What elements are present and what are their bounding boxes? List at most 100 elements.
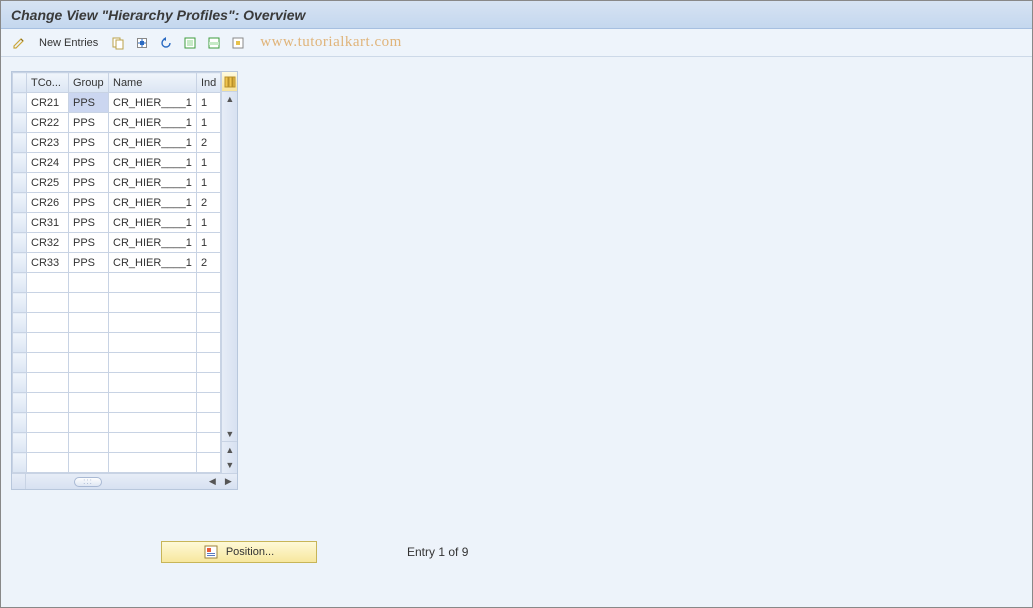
select-block-icon[interactable] [204,33,224,53]
table-row[interactable]: CR26PPSCR_HIER____12 [13,193,221,213]
scroll-down2-icon[interactable]: ▼ [222,457,237,473]
cell-name[interactable] [109,293,197,313]
scroll-up-icon[interactable]: ▲ [223,92,237,106]
cell-group[interactable] [69,333,109,353]
cell-tcode[interactable] [27,453,69,473]
row-selector[interactable] [13,333,27,353]
cell-name[interactable]: CR_HIER____1 [109,213,197,233]
table-row[interactable]: CR32PPSCR_HIER____11 [13,233,221,253]
cell-tcode[interactable] [27,333,69,353]
cell-tcode[interactable]: CR22 [27,113,69,133]
row-selector[interactable] [13,453,27,473]
cell-name[interactable] [109,373,197,393]
cell-ind[interactable]: 1 [197,113,221,133]
table-row[interactable] [13,433,221,453]
cell-group[interactable]: PPS [69,253,109,273]
cell-ind[interactable] [197,373,221,393]
cell-name[interactable] [109,333,197,353]
row-selector[interactable] [13,113,27,133]
cell-tcode[interactable]: CR32 [27,233,69,253]
table-row[interactable]: CR22PPSCR_HIER____11 [13,113,221,133]
table-row[interactable]: CR31PPSCR_HIER____11 [13,213,221,233]
cell-name[interactable] [109,353,197,373]
cell-tcode[interactable] [27,313,69,333]
cell-tcode[interactable]: CR31 [27,213,69,233]
column-header-ind[interactable]: Ind [197,73,221,93]
cell-ind[interactable] [197,273,221,293]
row-selector[interactable] [13,93,27,113]
toggle-display-change-icon[interactable] [9,33,29,53]
table-row[interactable] [13,333,221,353]
delete-icon[interactable] [132,33,152,53]
row-selector[interactable] [13,253,27,273]
scroll-thumb[interactable]: ::: [74,477,102,487]
cell-name[interactable] [109,393,197,413]
scroll-right-icon[interactable]: ▶ [221,475,235,489]
row-selector[interactable] [13,133,27,153]
cell-ind[interactable] [197,393,221,413]
cell-tcode[interactable] [27,393,69,413]
horizontal-scrollbar[interactable]: ::: ◀ ▶ [12,473,237,489]
row-selector[interactable] [13,293,27,313]
cell-tcode[interactable]: CR25 [27,173,69,193]
cell-group[interactable] [69,413,109,433]
cell-group[interactable] [69,453,109,473]
cell-tcode[interactable]: CR33 [27,253,69,273]
cell-group[interactable] [69,313,109,333]
cell-tcode[interactable] [27,353,69,373]
cell-ind[interactable] [197,433,221,453]
table-row[interactable] [13,413,221,433]
cell-ind[interactable]: 1 [197,213,221,233]
position-button[interactable]: Position... [161,541,317,563]
cell-tcode[interactable] [27,413,69,433]
row-selector[interactable] [13,373,27,393]
cell-name[interactable] [109,313,197,333]
cell-group[interactable]: PPS [69,113,109,133]
row-selector[interactable] [13,393,27,413]
undo-change-icon[interactable] [156,33,176,53]
cell-name[interactable]: CR_HIER____1 [109,113,197,133]
cell-group[interactable]: PPS [69,213,109,233]
cell-name[interactable]: CR_HIER____1 [109,253,197,273]
row-selector[interactable] [13,153,27,173]
cell-group[interactable] [69,433,109,453]
column-header-tcode[interactable]: TCo... [27,73,69,93]
scroll-up2-icon[interactable]: ▲ [222,441,237,457]
cell-ind[interactable]: 2 [197,133,221,153]
table-row[interactable]: CR24PPSCR_HIER____11 [13,153,221,173]
cell-name[interactable] [109,453,197,473]
table-row[interactable] [13,373,221,393]
cell-tcode[interactable]: CR23 [27,133,69,153]
cell-ind[interactable] [197,333,221,353]
cell-group[interactable] [69,373,109,393]
table-row[interactable] [13,453,221,473]
table-row[interactable]: CR25PPSCR_HIER____11 [13,173,221,193]
copy-as-icon[interactable] [108,33,128,53]
cell-name[interactable] [109,273,197,293]
table-row[interactable]: CR33PPSCR_HIER____12 [13,253,221,273]
cell-ind[interactable] [197,453,221,473]
row-selector-header[interactable] [13,73,27,93]
table-row[interactable] [13,393,221,413]
cell-name[interactable] [109,413,197,433]
row-selector[interactable] [13,173,27,193]
cell-group[interactable] [69,293,109,313]
table-row[interactable]: CR23PPSCR_HIER____12 [13,133,221,153]
cell-group[interactable]: PPS [69,133,109,153]
cell-group[interactable] [69,273,109,293]
cell-ind[interactable] [197,293,221,313]
cell-name[interactable]: CR_HIER____1 [109,233,197,253]
cell-name[interactable] [109,433,197,453]
row-selector[interactable] [13,233,27,253]
cell-tcode[interactable] [27,273,69,293]
cell-group[interactable]: PPS [69,193,109,213]
row-selector[interactable] [13,413,27,433]
cell-ind[interactable]: 1 [197,93,221,113]
cell-tcode[interactable]: CR26 [27,193,69,213]
table-row[interactable] [13,353,221,373]
cell-ind[interactable]: 1 [197,173,221,193]
cell-group[interactable] [69,393,109,413]
cell-ind[interactable]: 2 [197,193,221,213]
cell-tcode[interactable]: CR21 [27,93,69,113]
cell-name[interactable]: CR_HIER____1 [109,173,197,193]
